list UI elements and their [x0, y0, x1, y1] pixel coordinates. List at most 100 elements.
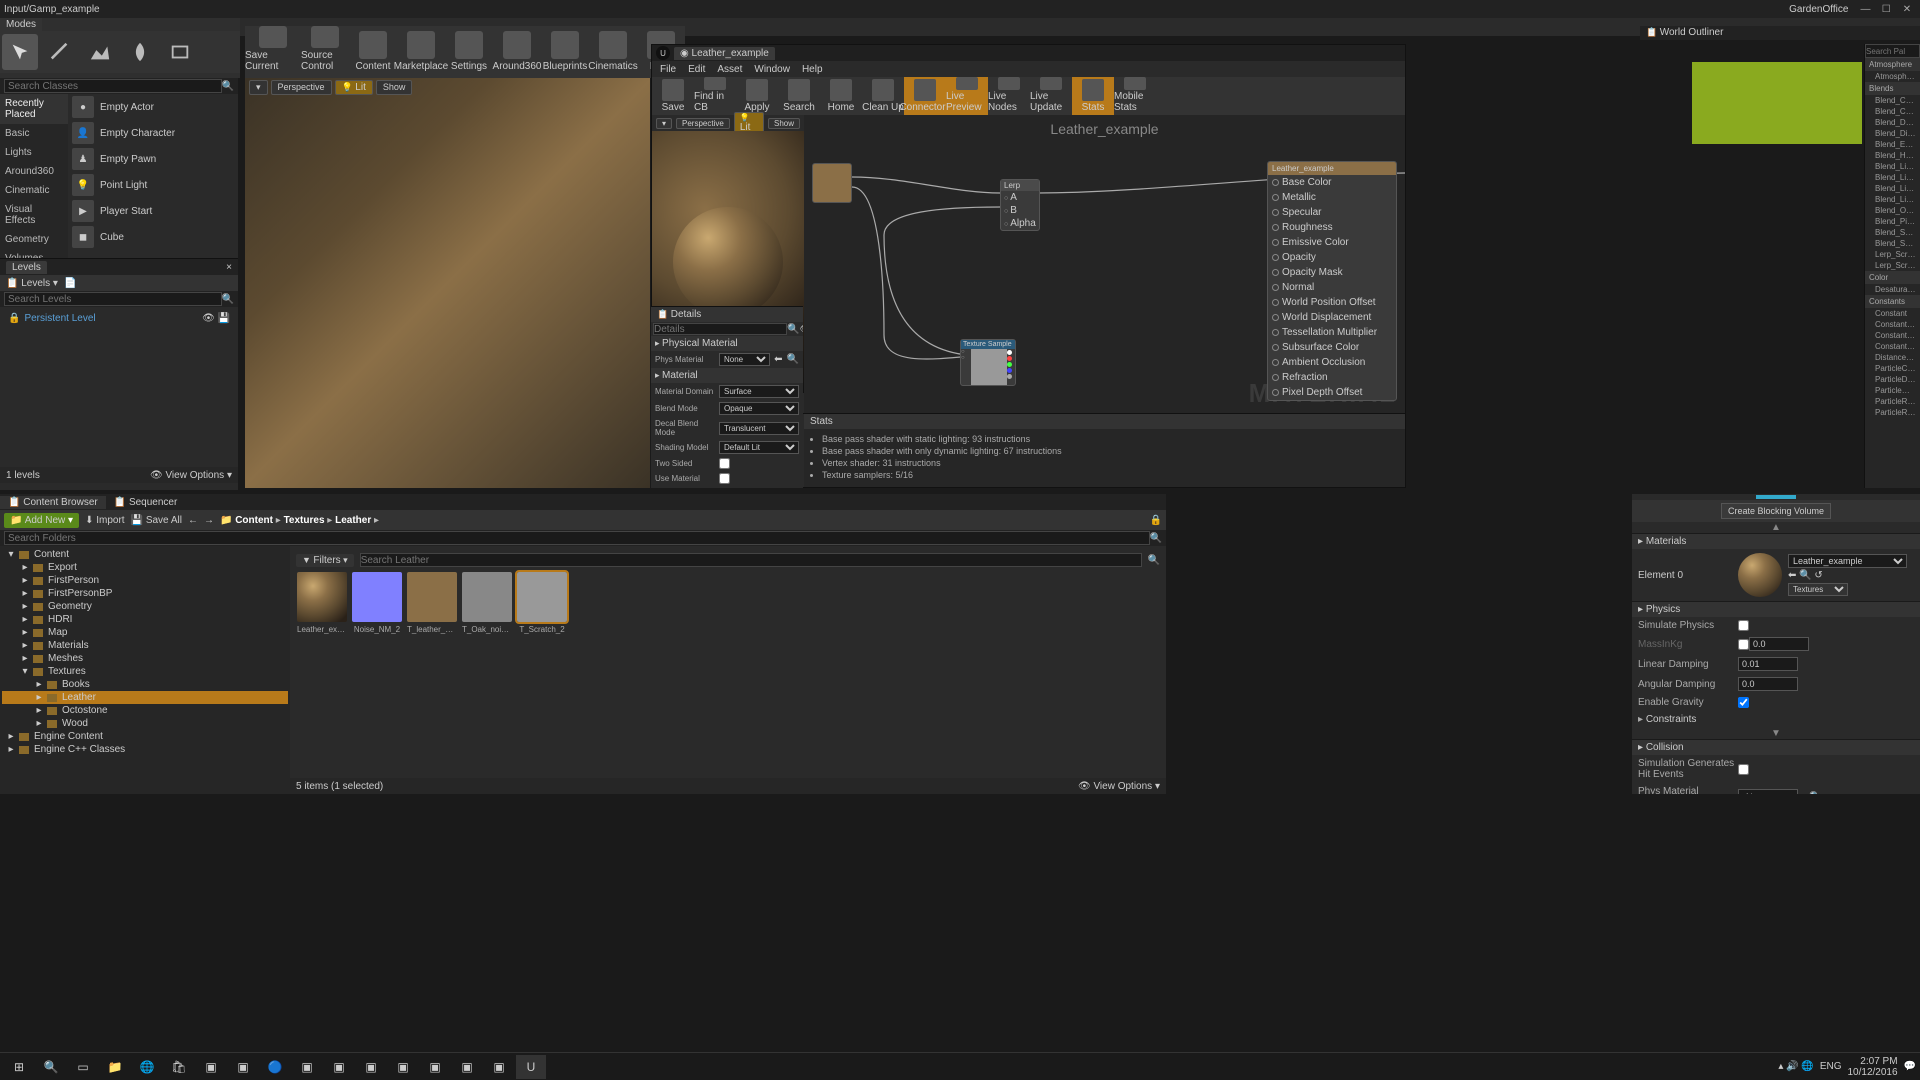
node-texturesample[interactable]: Texture Sample ○○: [960, 339, 1016, 386]
mat-tb-findincb[interactable]: Find in CB: [694, 77, 736, 115]
tab-content-browser[interactable]: 📋 Content Browser: [0, 496, 106, 509]
mode-item-empty-actor[interactable]: ●Empty Actor: [68, 94, 238, 120]
taskbar-app[interactable]: ▣: [420, 1055, 450, 1079]
tree-node-firstpersonbp[interactable]: ▸FirstPersonBP: [2, 587, 288, 600]
palette-item[interactable]: Constant: [1865, 308, 1920, 319]
palette-item[interactable]: Blend_LinearLight: [1865, 194, 1920, 205]
cat-recently-placed[interactable]: Recently Placed: [0, 94, 68, 124]
mat-menu-window[interactable]: Window: [754, 64, 790, 75]
palette-item[interactable]: Blend_PinLight: [1865, 216, 1920, 227]
section-physical-material[interactable]: ▸ Physical Material: [651, 336, 803, 351]
node-material-output[interactable]: Leather_example Base Color Metallic Spec…: [1267, 161, 1397, 401]
cat-cinematic[interactable]: Cinematic: [0, 181, 68, 200]
mode-geometry[interactable]: [162, 34, 198, 70]
asset-t_oak_noise_2[interactable]: T_Oak_noise_2: [461, 572, 513, 634]
tray-icons[interactable]: ▴ 🔊 🌐: [1778, 1061, 1813, 1072]
tree-node-hdri[interactable]: ▸HDRI: [2, 613, 288, 626]
cat-around360[interactable]: Around360: [0, 162, 68, 181]
linear-damping-input[interactable]: [1738, 657, 1798, 671]
cat-lights[interactable]: Lights: [0, 143, 68, 162]
toolbar-blueprints[interactable]: Blueprints: [541, 26, 589, 74]
close-button[interactable]: ✕: [1898, 4, 1916, 15]
save-all-button[interactable]: 💾 Save All: [131, 515, 182, 526]
section-collision[interactable]: ▸ Collision: [1632, 739, 1920, 755]
palette-item[interactable]: ParticleRelativeTime: [1865, 407, 1920, 418]
mat-tb-save[interactable]: Save: [652, 77, 694, 115]
taskbar-store[interactable]: 🛍: [164, 1055, 194, 1079]
material-graph[interactable]: Leather_example MATERIAL Lerp ○ A ○ B ○ …: [804, 115, 1405, 413]
create-blocking-volume-button[interactable]: Create Blocking Volume: [1721, 503, 1831, 519]
tree-node-geometry[interactable]: ▸Geometry: [2, 600, 288, 613]
taskview-icon[interactable]: ▭: [68, 1055, 98, 1079]
blend-mode-select[interactable]: Opaque: [719, 402, 799, 415]
mat-tb-home[interactable]: Home: [820, 77, 862, 115]
tree-node-export[interactable]: ▸Export: [2, 561, 288, 574]
tree-node-octostone[interactable]: ▸Octostone: [2, 704, 288, 717]
tree-node-wood[interactable]: ▸Wood: [2, 717, 288, 730]
taskbar-chrome[interactable]: 🔵: [260, 1055, 290, 1079]
tree-node-books[interactable]: ▸Books: [2, 678, 288, 691]
palette-item[interactable]: Blend_Overlay: [1865, 205, 1920, 216]
mat-tb-stats[interactable]: Stats: [1072, 77, 1114, 115]
angular-damping-input[interactable]: [1738, 677, 1798, 691]
world-outliner-tab[interactable]: 📋 World Outliner: [1640, 26, 1920, 40]
start-button[interactable]: ⊞: [4, 1055, 34, 1079]
toolbar-cinematics[interactable]: Cinematics: [589, 26, 637, 74]
mat-menu-help[interactable]: Help: [802, 64, 823, 75]
toolbar-around360[interactable]: Around360: [493, 26, 541, 74]
palette-item[interactable]: ParticleMotionBlur: [1865, 385, 1920, 396]
tree-node-content[interactable]: ▾Content: [2, 548, 288, 561]
asset-t_scratch_2[interactable]: T_Scratch_2: [516, 572, 568, 634]
asset-search-input[interactable]: [360, 553, 1142, 567]
palette-item[interactable]: Blend_SoftLight: [1865, 238, 1920, 249]
breadcrumb[interactable]: 📁 Content ▸ Textures ▸ Leather ▸: [220, 515, 379, 526]
mat-tb-cleanup[interactable]: Clean Up: [862, 77, 904, 115]
toolbar-save-current[interactable]: Save Current: [245, 26, 301, 74]
tree-node-materials[interactable]: ▸Materials: [2, 639, 288, 652]
palette-item[interactable]: Lerp_Scratch: [1865, 249, 1920, 260]
taskbar-app[interactable]: ▣: [324, 1055, 354, 1079]
asset-leather_example[interactable]: Leather_example: [296, 572, 348, 634]
toolbar-source-control[interactable]: Source Control: [301, 26, 349, 74]
use-selected-icon[interactable]: ⬅: [774, 354, 782, 365]
minimize-button[interactable]: —: [1856, 4, 1874, 15]
phys-override-select[interactable]: None: [1738, 789, 1798, 794]
palette-item[interactable]: DistanceCullFade: [1865, 352, 1920, 363]
palette-item[interactable]: AtmosphericFog: [1865, 71, 1920, 82]
mode-item-point-light[interactable]: 💡Point Light: [68, 172, 238, 198]
palette-item[interactable]: Blend_Exclusion: [1865, 139, 1920, 150]
cat-basic[interactable]: Basic: [0, 124, 68, 143]
details-tab[interactable]: 📋 Details: [651, 307, 803, 322]
taskbar-app[interactable]: ▣: [292, 1055, 322, 1079]
level-viewport[interactable]: ▾ Perspective 💡 Lit Show: [245, 78, 650, 488]
viewport-show[interactable]: Show: [376, 80, 413, 95]
tree-node-textures[interactable]: ▾Textures: [2, 665, 288, 678]
mode-place[interactable]: [2, 34, 38, 70]
palette-group[interactable]: Constants: [1865, 295, 1920, 308]
shading-model-select[interactable]: Default Lit: [719, 441, 799, 454]
details-search[interactable]: [653, 323, 787, 335]
palette-search[interactable]: [1865, 44, 1920, 58]
tray-lang[interactable]: ENG: [1820, 1061, 1842, 1072]
folder-search-input[interactable]: [4, 531, 1150, 545]
mat-tb-livepreview[interactable]: Live Preview: [946, 77, 988, 115]
reset-icon[interactable]: ↺: [1814, 570, 1822, 581]
browse-icon[interactable]: 🔍: [787, 354, 799, 365]
taskbar-app[interactable]: ▣: [228, 1055, 258, 1079]
taskview-button[interactable]: 🔍: [36, 1055, 66, 1079]
preview-show[interactable]: Show: [768, 118, 800, 129]
material-tab[interactable]: ◉ Leather_example: [674, 47, 775, 60]
taskbar-edge[interactable]: 🌐: [132, 1055, 162, 1079]
taskbar-app[interactable]: ▣: [484, 1055, 514, 1079]
taskbar-unreal[interactable]: U: [516, 1055, 546, 1079]
mat-menu-asset[interactable]: Asset: [717, 64, 742, 75]
mat-tb-livenodes[interactable]: Live Nodes: [988, 77, 1030, 115]
palette-item[interactable]: Blend_ColorDodge: [1865, 106, 1920, 117]
mode-item-cube[interactable]: ◼Cube: [68, 224, 238, 250]
section-physics[interactable]: ▸ Physics: [1632, 601, 1920, 617]
nav-back[interactable]: ←: [188, 515, 198, 526]
preview-menu[interactable]: ▾: [656, 118, 672, 129]
toolbar-content[interactable]: Content: [349, 26, 397, 74]
phys-material-select[interactable]: None: [719, 353, 770, 366]
tree-node-leather[interactable]: ▸Leather: [2, 691, 288, 704]
